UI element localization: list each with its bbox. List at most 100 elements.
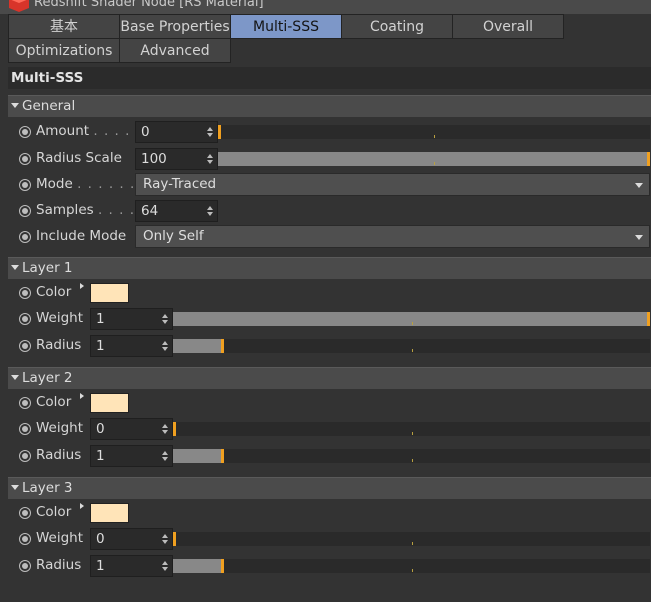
- layer-2-color-row: Color: [0, 390, 651, 416]
- spinner-icon[interactable]: [162, 561, 168, 571]
- spinner-icon[interactable]: [207, 127, 213, 137]
- layer-2-color-swatch[interactable]: [90, 393, 129, 413]
- dropdown-caret-icon: [635, 235, 643, 240]
- layer-3-color-swatch[interactable]: [90, 503, 129, 523]
- expand-arrow-icon[interactable]: [80, 503, 84, 509]
- redshift-logo-icon: [9, 0, 29, 12]
- group-general-header[interactable]: General: [8, 95, 651, 117]
- include-mode-dropdown[interactable]: Only Self: [135, 225, 650, 248]
- spinner-icon[interactable]: [162, 424, 168, 434]
- slider-tick: [411, 432, 413, 435]
- animate-radio-icon[interactable]: [19, 507, 31, 519]
- samples-row: Samples . . . . . 64: [0, 198, 651, 224]
- slider-tick: [411, 459, 413, 462]
- color-label: Color: [36, 284, 72, 300]
- animate-radio-icon[interactable]: [19, 313, 31, 325]
- tab-basic[interactable]: 基本: [8, 14, 120, 39]
- slider-handle[interactable]: [218, 125, 221, 139]
- group-title: Layer 2: [22, 370, 73, 386]
- slider-tick: [434, 162, 435, 165]
- layer-1-color-swatch[interactable]: [90, 283, 129, 303]
- mode-label: Mode . . . . . . .: [36, 176, 146, 192]
- slider-handle[interactable]: [647, 312, 650, 326]
- amount-label: Amount . . . . .: [36, 123, 141, 139]
- animate-radio-icon[interactable]: [19, 126, 31, 138]
- animate-radio-icon[interactable]: [19, 231, 31, 243]
- radius-label: Radius: [36, 337, 82, 353]
- window-titlebar: Redshift Shader Node [RS Material]: [0, 0, 651, 14]
- layer-3-weight-slider[interactable]: [173, 532, 650, 546]
- group-title: Layer 1: [22, 260, 73, 276]
- animate-radio-icon[interactable]: [19, 533, 31, 545]
- layer-1-weight-row: Weight 1: [0, 306, 651, 332]
- animate-radio-icon[interactable]: [19, 397, 31, 409]
- group-layer-3-header[interactable]: Layer 3: [8, 477, 651, 499]
- animate-radio-icon[interactable]: [19, 179, 31, 191]
- animate-radio-icon[interactable]: [19, 423, 31, 435]
- layer-3-radius-field[interactable]: 1: [90, 555, 173, 577]
- tab-overall[interactable]: Overall: [452, 14, 564, 39]
- spinner-icon[interactable]: [162, 314, 168, 324]
- slider-handle[interactable]: [173, 422, 176, 436]
- color-label: Color: [36, 394, 72, 410]
- slider-fill: [173, 339, 221, 353]
- group-layer-1-header[interactable]: Layer 1: [8, 257, 651, 279]
- animate-radio-icon[interactable]: [19, 287, 31, 299]
- radius-scale-slider[interactable]: [218, 152, 650, 166]
- weight-label: Weight: [36, 420, 84, 436]
- layer-2-weight-slider[interactable]: [173, 422, 650, 436]
- collapse-arrow-icon: [11, 485, 19, 490]
- animate-radio-icon[interactable]: [19, 560, 31, 572]
- animate-radio-icon[interactable]: [19, 205, 31, 217]
- layer-1-radius-field[interactable]: 1: [90, 335, 173, 357]
- slider-handle[interactable]: [221, 449, 224, 463]
- tab-optimizations[interactable]: Optimizations: [8, 38, 120, 63]
- layer-2-weight-field[interactable]: 0: [90, 418, 173, 440]
- layer-1-weight-field[interactable]: 1: [90, 308, 173, 330]
- dropdown-caret-icon: [635, 183, 643, 188]
- layer-2-weight-row: Weight 0: [0, 416, 651, 442]
- samples-label: Samples . . . . .: [36, 202, 146, 218]
- spinner-icon[interactable]: [162, 341, 168, 351]
- radius-label: Radius: [36, 447, 82, 463]
- layer-1-radius-slider[interactable]: [173, 339, 650, 353]
- layer-2-radius-slider[interactable]: [173, 449, 650, 463]
- tab-bar: 基本 Base Properties Multi-SSS Coating Ove…: [8, 14, 608, 64]
- window-title: Redshift Shader Node [RS Material]: [34, 0, 264, 10]
- group-layer-2-header[interactable]: Layer 2: [8, 367, 651, 389]
- spinner-icon[interactable]: [207, 154, 213, 164]
- mode-dropdown[interactable]: Ray-Traced: [135, 173, 650, 196]
- slider-handle[interactable]: [173, 532, 176, 546]
- spinner-icon[interactable]: [207, 206, 213, 216]
- animate-radio-icon[interactable]: [19, 450, 31, 462]
- layer-1-weight-slider[interactable]: [173, 312, 650, 326]
- slider-handle[interactable]: [221, 339, 224, 353]
- animate-radio-icon[interactable]: [19, 153, 31, 165]
- layer-3-weight-field[interactable]: 0: [90, 528, 173, 550]
- layer-2-radius-field[interactable]: 1: [90, 445, 173, 467]
- amount-row: Amount . . . . . 0: [0, 119, 651, 145]
- animate-radio-icon[interactable]: [19, 340, 31, 352]
- layer-3-radius-slider[interactable]: [173, 559, 650, 573]
- layer-2-radius-row: Radius 1: [0, 443, 651, 469]
- slider-handle[interactable]: [221, 559, 224, 573]
- layer-1-radius-row: Radius 1: [0, 333, 651, 359]
- radius-scale-field[interactable]: 100: [135, 148, 218, 170]
- slider-handle[interactable]: [647, 152, 650, 166]
- samples-field[interactable]: 64: [135, 200, 218, 222]
- tab-advanced[interactable]: Advanced: [119, 38, 231, 63]
- expand-arrow-icon[interactable]: [80, 393, 84, 399]
- tab-coating[interactable]: Coating: [341, 14, 453, 39]
- weight-label: Weight: [36, 310, 84, 326]
- expand-arrow-icon[interactable]: [80, 283, 84, 289]
- mode-row: Mode . . . . . . . Ray-Traced: [0, 172, 651, 198]
- spinner-icon[interactable]: [162, 451, 168, 461]
- tab-multi-sss[interactable]: Multi-SSS: [230, 14, 342, 39]
- amount-field[interactable]: 0: [135, 121, 218, 143]
- slider-tick: [434, 135, 435, 138]
- tab-base-properties[interactable]: Base Properties: [119, 14, 231, 39]
- collapse-arrow-icon: [11, 375, 19, 380]
- spinner-icon[interactable]: [162, 534, 168, 544]
- amount-slider[interactable]: [218, 125, 650, 139]
- weight-label: Weight: [36, 530, 84, 546]
